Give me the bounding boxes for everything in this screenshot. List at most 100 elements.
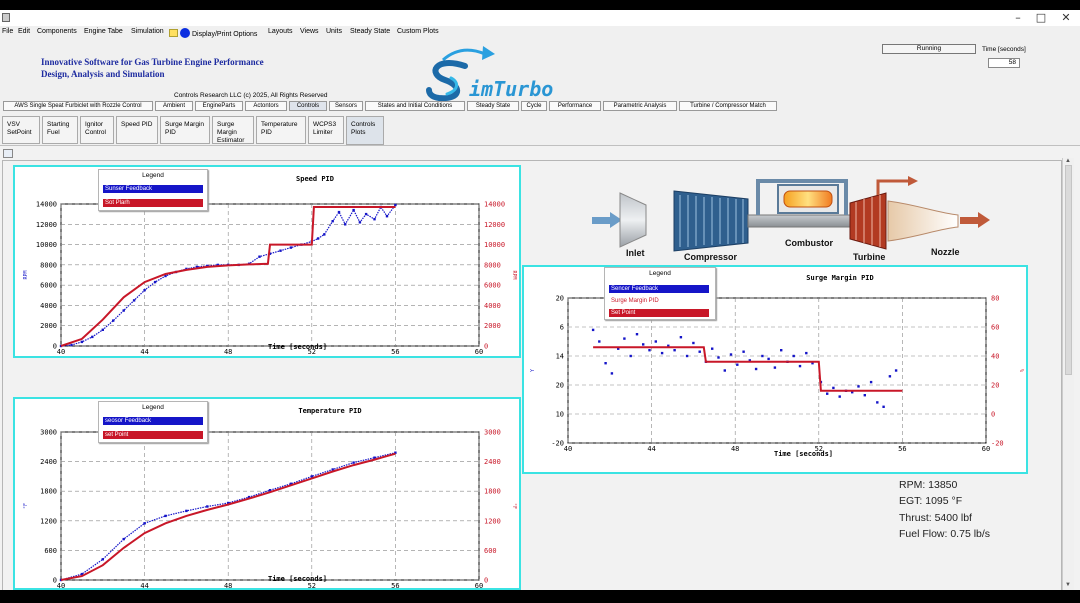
x-tick-label: 40 bbox=[57, 582, 65, 588]
speed-pid-xlabel: Time [seconds] bbox=[268, 343, 328, 351]
blue-dot-icon bbox=[180, 28, 190, 38]
inlet-arrow-icon bbox=[592, 212, 622, 228]
tab-engineparts[interactable]: EngineParts bbox=[195, 101, 243, 111]
data-point bbox=[635, 333, 639, 336]
y-tick-label-right: 20 bbox=[991, 382, 999, 390]
data-point bbox=[838, 395, 841, 398]
scroll-up-icon[interactable]: ▲ bbox=[1065, 158, 1071, 164]
y-tick-label-right: 6000 bbox=[484, 282, 501, 290]
y-tick-label-left: 0 bbox=[53, 577, 57, 585]
scroll-thumb[interactable] bbox=[1065, 165, 1072, 375]
data-point bbox=[344, 223, 347, 226]
tab-sensors[interactable]: Sensors bbox=[329, 101, 363, 111]
subtab-vsv-setpoint[interactable]: VSV SetPoint bbox=[2, 116, 40, 144]
menu-units[interactable]: Units bbox=[326, 28, 342, 35]
y-axis-label-right: % bbox=[1018, 369, 1024, 372]
menu-edit[interactable]: Edit bbox=[18, 28, 30, 35]
tab-parametric[interactable]: Parametric Analysis bbox=[603, 101, 677, 111]
x-tick-label: 56 bbox=[391, 348, 399, 356]
tab-actuators[interactable]: Actontors bbox=[245, 101, 287, 111]
tab-turbine-compressor[interactable]: Turbine / Compressor Match bbox=[679, 101, 777, 111]
y-tick-label-right: 0 bbox=[484, 577, 488, 585]
data-point bbox=[364, 212, 368, 216]
tab-cycle[interactable]: Cycle bbox=[521, 101, 547, 111]
data-point bbox=[591, 328, 595, 332]
stat-thrust: Thrust: 5400 lbf bbox=[899, 512, 972, 524]
subtab-ignitor-control[interactable]: Ignitor Control bbox=[80, 116, 114, 144]
data-point bbox=[394, 203, 397, 207]
data-point bbox=[122, 537, 125, 541]
legend-title: Legend bbox=[649, 270, 671, 277]
panel-toggle-button[interactable] bbox=[3, 149, 13, 158]
menu-display-print-options[interactable]: Display/Print Options bbox=[169, 28, 257, 38]
menu-steady-state[interactable]: Steady State bbox=[350, 28, 390, 35]
menu-custom-plots[interactable]: Custom Plots bbox=[397, 28, 439, 35]
data-point bbox=[623, 337, 626, 340]
data-point bbox=[258, 255, 261, 258]
menu-layouts[interactable]: Layouts bbox=[268, 28, 293, 35]
app-icon bbox=[2, 13, 10, 22]
y-tick-label-right: 0 bbox=[484, 343, 488, 351]
data-point bbox=[80, 340, 84, 344]
tab-ambient[interactable]: Ambient bbox=[155, 101, 193, 111]
subtab-surge-margin-pid[interactable]: Surge Margin PID bbox=[160, 116, 210, 144]
yellow-swatch-icon bbox=[169, 29, 178, 37]
subtab-speed-pid[interactable]: Speed PID bbox=[116, 116, 158, 144]
data-point bbox=[323, 233, 326, 236]
y-tick-label-right: 4000 bbox=[484, 302, 501, 310]
y-tick-label-left: 6 bbox=[560, 324, 564, 332]
x-tick-label: 60 bbox=[475, 582, 483, 588]
headline-line1: Innovative Software for Gas Turbine Engi… bbox=[41, 57, 264, 67]
stat-egt: EGT: 1095 °F bbox=[899, 495, 963, 507]
tab-states-initial[interactable]: States and Initial Conditions bbox=[365, 101, 465, 111]
data-point bbox=[723, 369, 726, 372]
menu-views[interactable]: Views bbox=[300, 28, 319, 35]
subtab-surge-margin-estimator[interactable]: Surge Margin Estimator bbox=[212, 116, 254, 144]
tab-controls[interactable]: Controls bbox=[289, 101, 327, 111]
engine-label-turbine: Turbine bbox=[853, 252, 886, 262]
tab-steady-state[interactable]: Steady State bbox=[467, 101, 519, 111]
subtab-temperature-pid[interactable]: Temperature PID bbox=[256, 116, 306, 144]
data-point bbox=[717, 356, 720, 359]
temperature-pid-panel: Temperature PID 40 44 48 52 56 60 0 0 600 600 1200… bbox=[13, 397, 521, 590]
menu-simulation[interactable]: Simulation bbox=[131, 28, 164, 35]
subtab-wcps3-limiter[interactable]: WCPS3 Limiter bbox=[308, 116, 344, 144]
data-point bbox=[773, 366, 777, 369]
data-point bbox=[70, 343, 73, 347]
plot-frame bbox=[60, 431, 480, 581]
copyright-text: Controls Research LLC (c) 2025, All Righ… bbox=[174, 92, 328, 99]
y-tick-label-left: 1200 bbox=[40, 517, 57, 525]
tab-performance[interactable]: Performance bbox=[549, 101, 601, 111]
data-point bbox=[112, 319, 115, 322]
subtab-controls-plots[interactable]: Controls Plots bbox=[346, 116, 384, 145]
legend-item-feedback: Sunser Feedback bbox=[103, 185, 203, 193]
data-point bbox=[610, 372, 614, 375]
data-point bbox=[352, 461, 355, 464]
menu-engine-tabe[interactable]: Engine Tabe bbox=[84, 28, 123, 35]
subtab-starting-fuel[interactable]: Starting Fuel bbox=[42, 116, 78, 144]
x-tick-label: 40 bbox=[564, 445, 572, 453]
data-point bbox=[629, 354, 632, 358]
data-point bbox=[857, 385, 860, 388]
data-point bbox=[882, 405, 885, 408]
exhaust-bleed-icon bbox=[876, 179, 910, 195]
maximize-icon[interactable]: □ bbox=[1027, 10, 1055, 26]
y-tick-label-left: 12000 bbox=[36, 221, 57, 229]
engine-label-nozzle: Nozzle bbox=[931, 247, 960, 257]
y-tick-label-right: 12000 bbox=[484, 221, 505, 229]
data-point bbox=[736, 363, 739, 366]
speed-pid-panel: Speed PID 40 44 48 52 56 60 0 0 2000 2000 4000 4000… bbox=[13, 165, 521, 358]
y-axis-label-right: RPM bbox=[511, 270, 517, 279]
y-axis-label-right: °F bbox=[511, 503, 517, 509]
menu-file[interactable]: File bbox=[2, 28, 13, 35]
y-tick-label-right: 1800 bbox=[484, 488, 501, 496]
data-point bbox=[792, 354, 795, 358]
vertical-scrollbar[interactable]: ▲ ▼ bbox=[1062, 158, 1074, 590]
tab-engine-config[interactable]: AWS Single Speat Furbiclet with Rozzle C… bbox=[3, 101, 153, 111]
menu-components[interactable]: Components bbox=[37, 28, 77, 35]
close-icon[interactable]: ✕ bbox=[1052, 10, 1080, 26]
x-tick-label: 56 bbox=[898, 445, 906, 453]
legend-item-setpoint: set Point bbox=[103, 431, 203, 439]
scroll-down-icon[interactable]: ▼ bbox=[1065, 582, 1071, 588]
engine-label-inlet: Inlet bbox=[626, 248, 645, 258]
